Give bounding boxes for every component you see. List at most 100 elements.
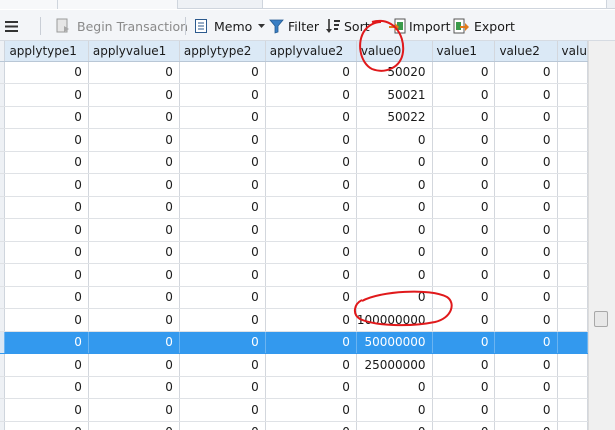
table-cell[interactable]: 0 <box>356 218 433 242</box>
table-cell[interactable]: 0 <box>4 308 89 332</box>
table-cell[interactable]: 50000000 <box>356 331 433 354</box>
table-cell[interactable] <box>557 196 588 219</box>
table-cell[interactable]: 0 <box>179 173 266 197</box>
table-cell[interactable]: 0 <box>494 83 558 107</box>
table-cell[interactable]: 0 <box>265 61 357 84</box>
table-cell[interactable]: 0 <box>494 331 558 354</box>
column-header[interactable]: applyvalue1 <box>88 41 180 62</box>
dropdown-arrow-icon[interactable] <box>258 23 266 29</box>
table-cell[interactable]: 0 <box>494 286 558 309</box>
table-cell[interactable] <box>557 398 588 422</box>
table-cell[interactable]: 0 <box>432 263 496 287</box>
table-cell[interactable]: 0 <box>494 128 558 152</box>
table-cell[interactable] <box>557 173 588 197</box>
table-cell[interactable]: 0 <box>432 376 496 399</box>
column-header[interactable]: applytype1 <box>4 41 89 62</box>
table-cell[interactable]: 0 <box>432 151 496 174</box>
table-cell[interactable]: 0 <box>265 151 357 174</box>
table-cell[interactable]: 0 <box>432 353 496 377</box>
table-row[interactable]: 0000000 <box>0 376 588 399</box>
table-cell[interactable]: 100000000 <box>356 308 433 332</box>
table-cell[interactable]: 0 <box>494 241 558 264</box>
table-cell[interactable]: 0 <box>432 106 496 129</box>
table-cell[interactable]: 50022 <box>356 106 433 129</box>
table-cell[interactable]: 0 <box>265 196 357 219</box>
table-cell[interactable]: 0 <box>179 83 266 107</box>
table-cell[interactable]: 0 <box>4 353 89 377</box>
table-row[interactable]: 0000000 <box>0 398 588 422</box>
table-cell[interactable]: 0 <box>494 353 558 377</box>
table-cell[interactable]: 0 <box>4 376 89 399</box>
table-row[interactable]: 0000000 <box>0 421 588 430</box>
table-cell[interactable]: 0 <box>4 196 89 219</box>
table-cell[interactable] <box>557 218 588 242</box>
table-cell[interactable]: 0 <box>179 286 266 309</box>
table-cell[interactable]: 0 <box>88 218 180 242</box>
table-cell[interactable]: 0 <box>356 241 433 264</box>
table-cell[interactable]: 0 <box>88 61 180 84</box>
column-header[interactable]: value2 <box>494 41 558 62</box>
table-row[interactable]: 0000000 <box>0 173 588 197</box>
table-cell[interactable]: 0 <box>88 286 180 309</box>
table-cell[interactable]: 0 <box>265 173 357 197</box>
table-row[interactable]: 0000000 <box>0 241 588 264</box>
table-cell[interactable]: 0 <box>432 173 496 197</box>
menu-icon[interactable] <box>5 21 18 35</box>
table-cell[interactable] <box>557 106 588 129</box>
table-row[interactable]: 0000000 <box>0 128 588 152</box>
vertical-scrollbar[interactable] <box>588 41 615 430</box>
column-header[interactable]: applyvalue2 <box>265 41 357 62</box>
table-cell[interactable]: 0 <box>356 286 433 309</box>
table-cell[interactable]: 0 <box>494 106 558 129</box>
tab[interactable] <box>58 0 178 9</box>
table-cell[interactable]: 0 <box>432 286 496 309</box>
table-cell[interactable]: 0 <box>265 83 357 107</box>
table-row[interactable]: 0 0 0 0 50000000 0 0 <box>0 331 588 354</box>
table-cell[interactable]: 0 <box>179 421 266 430</box>
table-cell[interactable]: 0 <box>4 83 89 107</box>
table-cell[interactable] <box>557 263 588 287</box>
table-cell[interactable]: 0 <box>4 263 89 287</box>
table-cell[interactable]: 0 <box>4 61 89 84</box>
column-header[interactable]: applytype2 <box>179 41 266 62</box>
table-cell[interactable] <box>557 331 588 354</box>
table-cell[interactable]: 0 <box>88 398 180 422</box>
table-cell[interactable]: 0 <box>432 61 496 84</box>
table-cell[interactable]: 50021 <box>356 83 433 107</box>
table-cell[interactable]: 0 <box>88 308 180 332</box>
table-cell[interactable]: 0 <box>356 398 433 422</box>
sort-button[interactable]: Sort <box>325 15 370 37</box>
table-cell[interactable]: 0 <box>88 376 180 399</box>
table-cell[interactable]: 0 <box>179 353 266 377</box>
table-cell[interactable]: 0 <box>88 353 180 377</box>
table-cell[interactable]: 50020 <box>356 61 433 84</box>
table-cell[interactable]: 0 <box>4 128 89 152</box>
table-cell[interactable]: 0 <box>265 308 357 332</box>
table-cell[interactable]: 0 <box>179 151 266 174</box>
table-cell[interactable]: 0 <box>179 308 266 332</box>
scrollbar-thumb[interactable] <box>594 311 608 327</box>
table-row[interactable]: 0000000 <box>0 196 588 219</box>
table-cell[interactable]: 0 <box>494 263 558 287</box>
table-cell[interactable]: 0 <box>356 173 433 197</box>
table-cell[interactable] <box>557 151 588 174</box>
table-cell[interactable]: 0 <box>265 421 357 430</box>
table-cell[interactable]: 0 <box>265 331 357 354</box>
table-cell[interactable] <box>557 308 588 332</box>
table-row[interactable]: 0 0 0 0 50022 0 0 <box>0 106 588 129</box>
table-cell[interactable]: 0 <box>494 308 558 332</box>
table-cell[interactable]: 0 <box>4 398 89 422</box>
table-cell[interactable]: 0 <box>88 196 180 219</box>
table-cell[interactable] <box>557 353 588 377</box>
table-cell[interactable]: 0 <box>265 376 357 399</box>
memo-button[interactable]: Memo <box>194 15 266 37</box>
table-row[interactable]: 0000000 <box>0 218 588 242</box>
table-cell[interactable]: 0 <box>179 128 266 152</box>
table-cell[interactable] <box>557 128 588 152</box>
table-cell[interactable]: 0 <box>265 106 357 129</box>
table-row[interactable]: 0 0 0 0 50021 0 0 <box>0 83 588 107</box>
table-cell[interactable]: 0 <box>265 286 357 309</box>
table-cell[interactable]: 0 <box>432 398 496 422</box>
table-row[interactable]: 0000000 <box>0 263 588 287</box>
table-cell[interactable] <box>557 286 588 309</box>
